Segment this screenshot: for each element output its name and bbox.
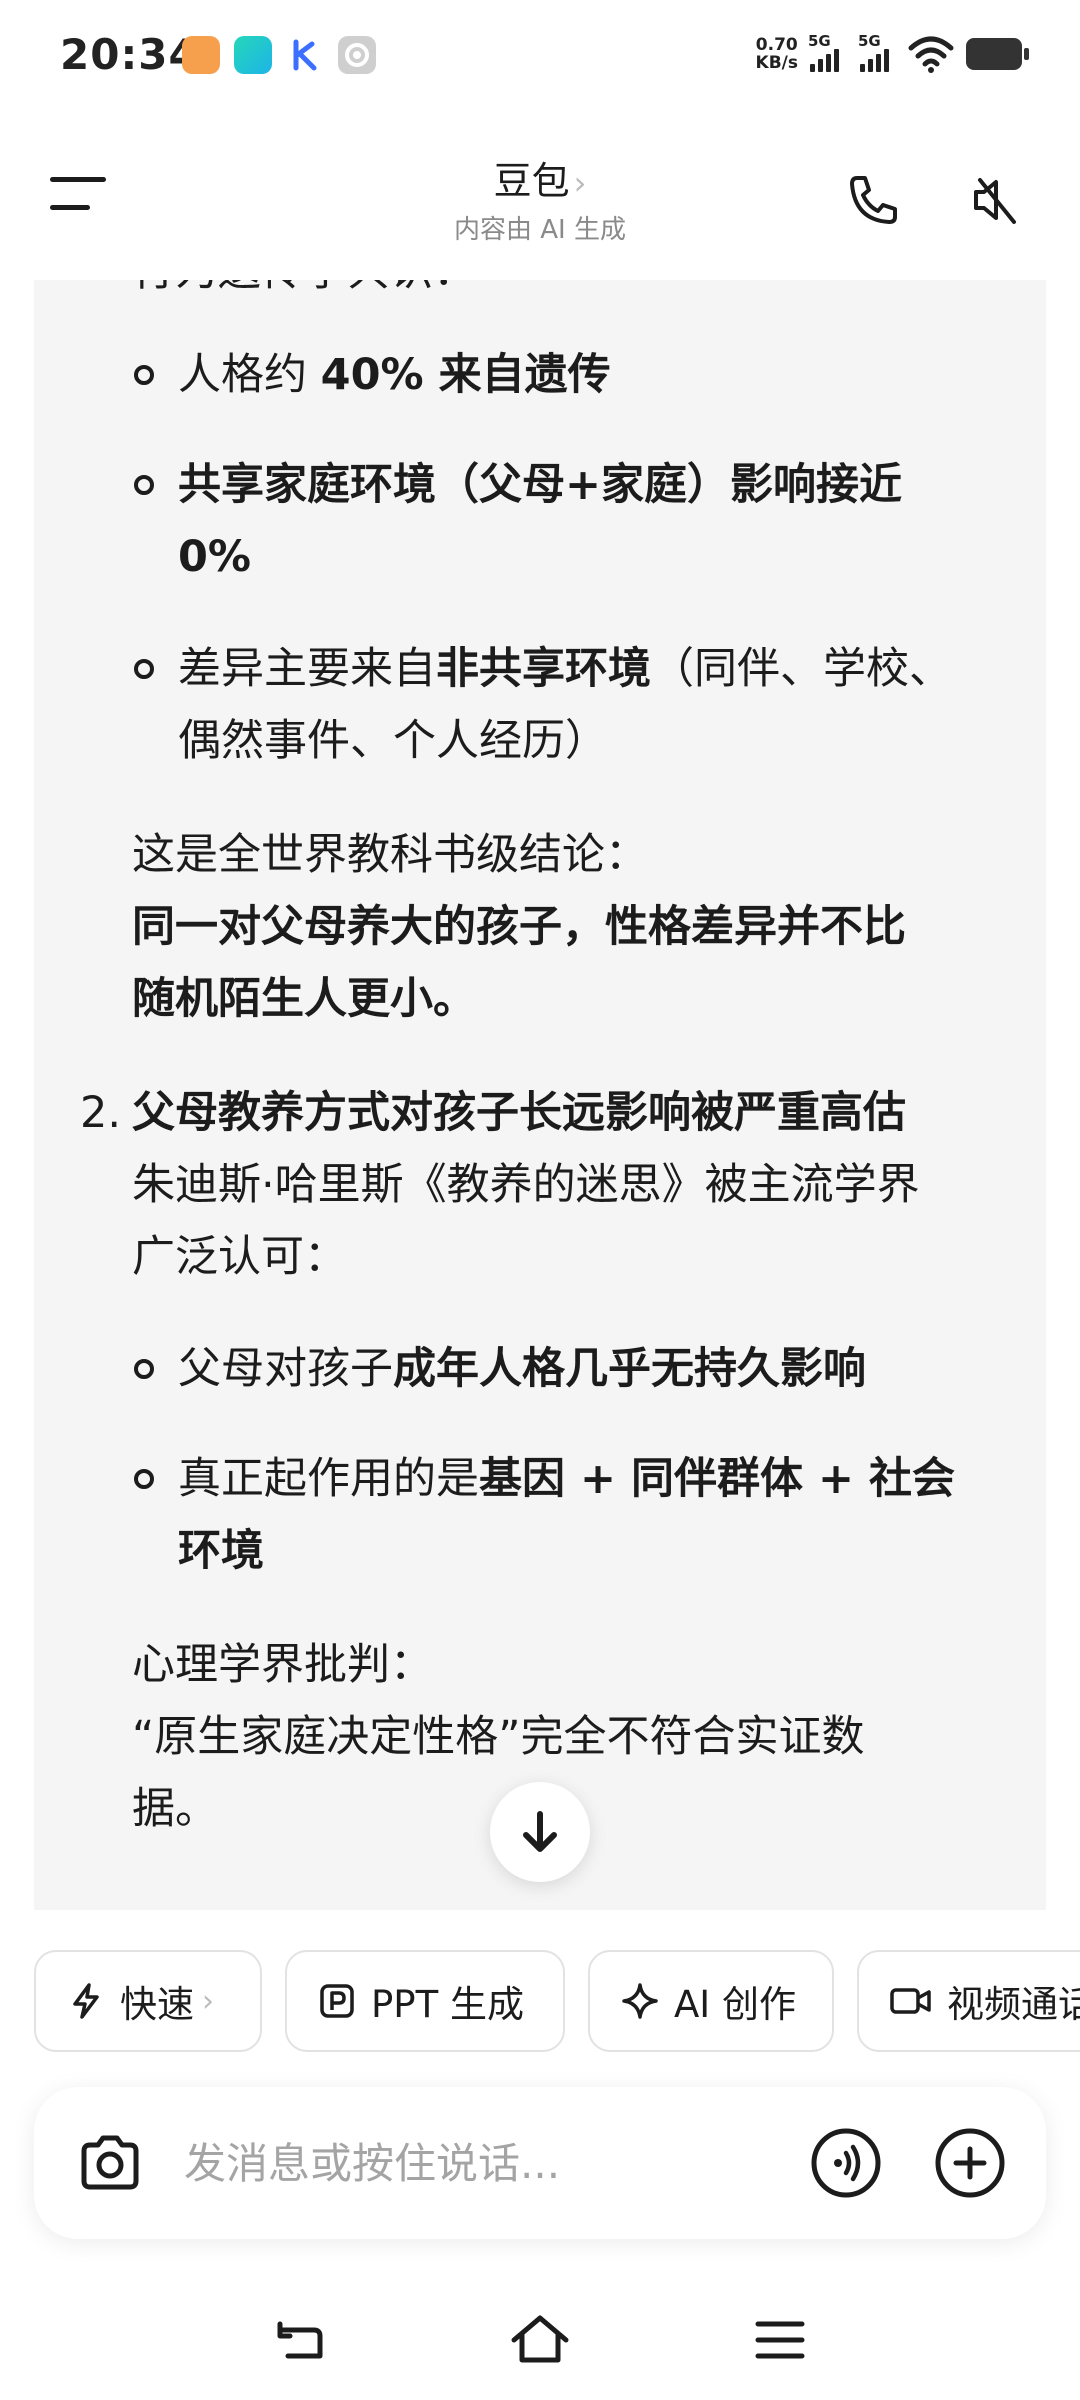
scroll-to-bottom-button[interactable] [490, 1782, 590, 1882]
message-input[interactable] [184, 2123, 764, 2203]
video-camera-icon [890, 1988, 931, 2014]
text-line-bold: 随机陌生人更小。 [132, 974, 476, 1024]
text-line: 行为遗传学共识： [132, 280, 1012, 307]
list-item: 真正起作用的是基因 + 同伴群体 + 社会 [178, 1454, 955, 1504]
menu-button[interactable] [50, 175, 110, 215]
bullet-icon [134, 475, 154, 495]
ai-message: 行为遗传学共识： 人格约 40% 来自遗传 共享家庭环境（父母+家庭）影响接近 … [34, 280, 1046, 1910]
bullet-icon [134, 659, 154, 679]
list-item: 共享家庭环境（父母+家庭）影响接近 [178, 460, 903, 510]
system-nav-bar [0, 2290, 1080, 2400]
phone-icon[interactable] [843, 170, 903, 230]
back-icon[interactable] [270, 2310, 330, 2370]
list-item: 人格约 40% 来自遗传 [178, 350, 611, 400]
wifi-icon [908, 36, 954, 73]
list-item-cont: 偶然事件、个人经历） [178, 716, 608, 766]
text-line: 朱迪斯·哈里斯《教养的迷思》被主流学界 [132, 1160, 920, 1210]
text-line: 心理学界批判： [132, 1640, 433, 1690]
lightning-icon [73, 1983, 99, 2019]
chat-header: 豆包 › 内容由 AI 生成 [0, 110, 1080, 280]
text-line: 广泛认可： [132, 1232, 347, 1282]
text-line: 这是全世界教科书级结论： [132, 830, 648, 880]
chip-ppt-generate[interactable]: PPT 生成 [285, 1950, 565, 2052]
status-time: 20:34 [60, 30, 199, 79]
list-number: 2. [80, 1088, 122, 1138]
voice-input-icon[interactable] [810, 2127, 882, 2199]
home-icon[interactable] [510, 2310, 570, 2370]
quick-action-chips: 快速 › PPT 生成 AI 创作 视频通话 [34, 1950, 1080, 2054]
app-icon-orange [182, 36, 220, 74]
list-item: 差异主要来自非共享环境（同伴、学校、 [178, 644, 952, 694]
app-icon-k [286, 36, 324, 74]
chip-fast-mode[interactable]: 快速 › [34, 1950, 262, 2052]
add-plus-icon[interactable] [934, 2127, 1006, 2199]
signal-icon-sim2: 5G [858, 32, 898, 74]
camera-icon[interactable] [74, 2127, 146, 2199]
list-item-cont: 0% [178, 532, 252, 582]
title-area: 豆包 › 内容由 AI 生成 [340, 150, 740, 246]
bullet-icon [134, 1469, 154, 1489]
speaker-muted-icon[interactable] [966, 170, 1026, 230]
settings-icon [338, 36, 376, 74]
chip-ai-create[interactable]: AI 创作 [588, 1950, 834, 2052]
bullet-icon [134, 1359, 154, 1379]
notification-icons [182, 36, 376, 74]
message-input-bar [34, 2087, 1046, 2239]
signal-icon-sim1: 5G [808, 32, 848, 74]
list-item: 父母对孩子成年人格几乎无持久影响 [178, 1344, 866, 1394]
ppt-icon [320, 1984, 354, 2018]
section-heading: 父母教养方式对孩子长远影响被严重高估 [132, 1088, 906, 1138]
text-line-bold: 同一对父母养大的孩子，性格差异并不比 [132, 902, 906, 952]
chevron-right-icon: › [202, 1983, 214, 2019]
arrow-down-icon [523, 1811, 557, 1852]
battery-icon [966, 38, 1029, 70]
ai-generated-notice: 内容由 AI 生成 [454, 215, 626, 245]
status-indicators: 0.70 KB/s 5G 5G [755, 32, 1030, 74]
text-line: “原生家庭决定性格”完全不符合实证数 [132, 1712, 865, 1762]
chip-video-call[interactable]: 视频通话 [857, 1950, 1080, 2052]
title-chevron-icon: › [573, 164, 587, 202]
bullet-icon [134, 365, 154, 385]
app-icon-green [234, 36, 272, 74]
list-item-cont: 环境 [178, 1526, 264, 1576]
network-speed: 0.70 KB/s [755, 35, 798, 73]
sparkle-icon [622, 1983, 658, 2019]
status-bar: 20:34 0.70 KB/s 5G 5G [0, 0, 1080, 110]
bot-title[interactable]: 豆包 › [340, 150, 740, 205]
recent-apps-icon[interactable] [750, 2310, 810, 2370]
